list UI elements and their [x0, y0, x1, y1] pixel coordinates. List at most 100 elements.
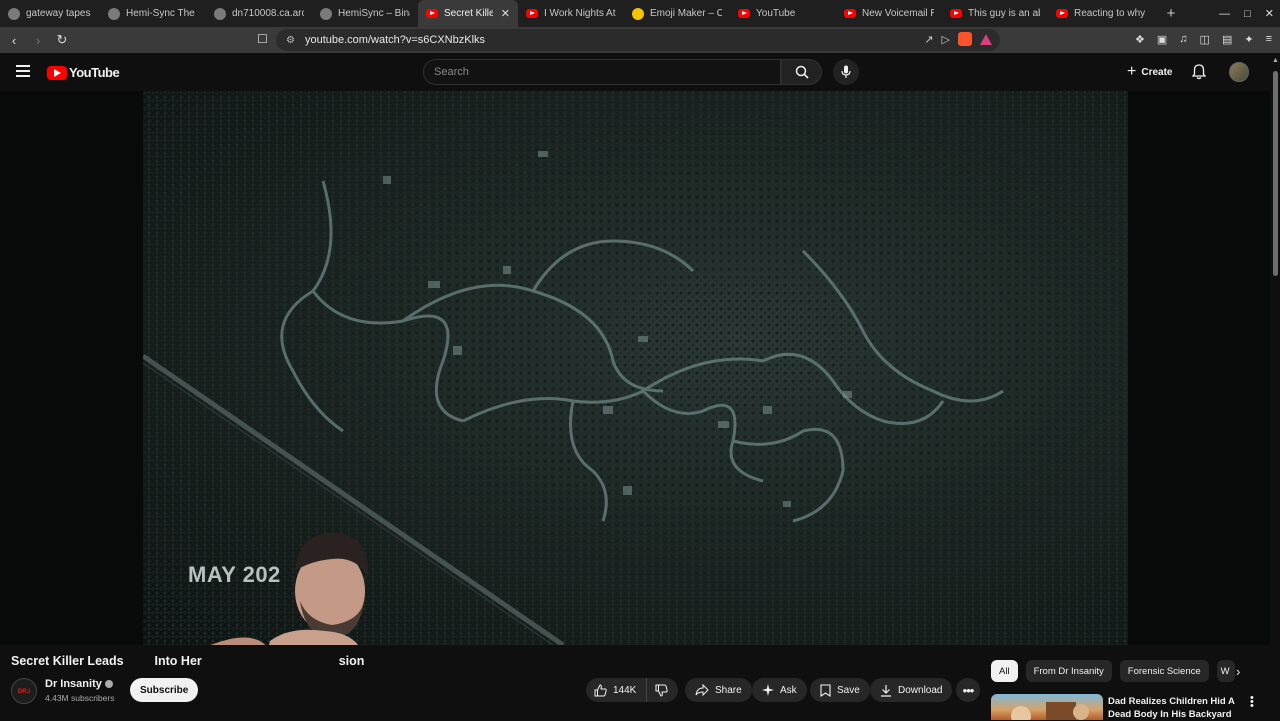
guide-menu-icon[interactable] [16, 65, 30, 80]
channel-avatar[interactable]: DR.I [11, 678, 37, 704]
voice-search-button[interactable] [833, 59, 859, 85]
leo-ai-icon[interactable]: ✦ [1244, 33, 1253, 46]
plus-icon: + [1127, 63, 1137, 80]
youtube-wordmark: YouTube [69, 65, 120, 80]
back-icon[interactable]: ‹ [4, 33, 24, 48]
tab-favicon-icon [426, 9, 438, 18]
filter-chip[interactable]: W [1216, 660, 1235, 682]
recommendation-title[interactable]: Dad Realizes Children Hid A Dead Body In… [1108, 695, 1238, 721]
dislike-button[interactable] [647, 678, 678, 702]
search-input[interactable]: Search [423, 59, 781, 85]
subscribe-button[interactable]: Subscribe [130, 678, 199, 702]
channel-name-text: Dr Insanity [45, 678, 102, 690]
recommendation-thumbnail[interactable] [991, 694, 1103, 720]
tab-favicon-icon [844, 9, 856, 18]
filter-chip[interactable]: From Dr Insanity [1025, 660, 1112, 682]
extensions-icon[interactable]: ❖ [1135, 33, 1145, 46]
tab-label: Emoji Maker – Cre [650, 8, 722, 19]
filter-chip[interactable]: All [991, 660, 1018, 682]
page-scrollbar[interactable]: ▲ [1270, 53, 1280, 720]
thumbs-up-icon [594, 683, 607, 696]
search-button[interactable] [781, 59, 822, 85]
tab-label: I Work Nights At [544, 8, 616, 19]
ask-button[interactable]: Ask [752, 678, 807, 702]
subscriber-count: 4.43M subscribers [45, 693, 115, 703]
new-tab-button[interactable]: + [1158, 5, 1184, 22]
search-icon [795, 65, 809, 79]
bookmark-icon[interactable]: ☐ [257, 32, 268, 46]
like-button[interactable]: 144K [586, 678, 648, 702]
open-external-icon[interactable]: ↗ [924, 33, 933, 46]
video-title-end: sion [338, 654, 365, 668]
youtube-masthead: YouTube Search + Create [0, 53, 1280, 91]
browser-tab[interactable]: HemiSync – Binau [312, 0, 418, 27]
scroll-up-icon[interactable]: ▲ [1272, 57, 1279, 64]
recommendation-menu-icon[interactable]: • • • [1250, 693, 1254, 712]
tab-label: Hemi-Sync The G [126, 8, 198, 19]
download-button[interactable]: Download [870, 678, 953, 702]
browser-tab[interactable]: I Work Nights At [518, 0, 624, 27]
create-button[interactable]: + Create [1119, 60, 1183, 84]
save-playlist-icon [820, 683, 831, 697]
ask-label: Ask [780, 684, 797, 696]
tab-label: This guy is an ab [968, 8, 1040, 19]
share-label: Share [715, 684, 742, 696]
like-count: 144K [613, 684, 637, 696]
brave-rewards-icon[interactable] [980, 33, 992, 45]
browser-tab[interactable]: Secret Killer Le ✕ [418, 0, 518, 27]
send-icon[interactable]: ▷ [942, 33, 950, 46]
browser-tab[interactable]: Hemi-Sync The G [100, 0, 206, 27]
site-info-icon[interactable]: ⚙ [286, 35, 295, 46]
media-icon[interactable]: ♫ [1179, 33, 1187, 46]
forward-icon[interactable]: › [28, 33, 48, 48]
share-button[interactable]: Share [685, 678, 752, 702]
close-window-icon[interactable]: ✕ [1265, 7, 1274, 20]
account-avatar[interactable] [1229, 62, 1249, 82]
video-title-mid: Into Her [154, 654, 202, 668]
browser-tab[interactable]: New Voicemail RE [836, 0, 942, 27]
maximize-icon[interactable]: □ [1244, 8, 1251, 20]
browser-tab[interactable]: YouTube [730, 0, 836, 27]
tab-favicon-icon [320, 7, 332, 20]
more-actions-button[interactable]: ••• [956, 678, 980, 702]
address-bar[interactable]: ⚙ youtube.com/watch?v=s6CXNbzKlks ↗ ▷ [276, 29, 1000, 51]
microphone-icon [841, 65, 851, 78]
tab-label: HemiSync – Binau [338, 8, 410, 19]
tab-close-icon[interactable]: ✕ [501, 7, 510, 20]
cast-icon[interactable]: ▣ [1157, 33, 1167, 46]
browser-tab[interactable]: gateway tapes to [0, 0, 100, 27]
tab-favicon-icon [1056, 9, 1068, 18]
browser-tab[interactable]: dn710008.ca.arch [206, 0, 312, 27]
youtube-logo[interactable]: YouTube [47, 65, 120, 80]
brave-shields-icon[interactable] [958, 32, 972, 46]
webcam-overlay-figure [210, 532, 369, 645]
tab-label: New Voicemail RE [862, 8, 934, 19]
browser-tab[interactable]: This guy is an ab [942, 0, 1048, 27]
video-player[interactable]: MAY 202 [0, 91, 1270, 645]
sidebar-icon[interactable]: ◫ [1200, 33, 1210, 46]
filter-chip[interactable]: Forensic Science [1119, 660, 1209, 682]
url-text: youtube.com/watch?v=s6CXNbzKlks [304, 34, 486, 46]
tab-favicon-icon [8, 7, 20, 20]
notifications-bell-icon[interactable] [1191, 64, 1207, 85]
browser-menu-icon[interactable]: ≡ [1266, 33, 1272, 46]
tab-favicon-icon [108, 7, 120, 20]
thumbs-down-icon [655, 684, 669, 697]
sparkle-icon [762, 684, 774, 696]
chips-next-icon[interactable]: › [1236, 664, 1240, 679]
save-label: Save [837, 684, 860, 696]
reload-icon[interactable]: ↻ [52, 32, 72, 48]
tab-label: Reacting to why s [1074, 8, 1146, 19]
share-icon [695, 684, 709, 696]
browser-toolbar: ‹ › ↻ ☐ ⚙ youtube.com/watch?v=s6CXNbzKlk… [0, 27, 1280, 53]
scrollbar-thumb[interactable] [1273, 71, 1278, 276]
channel-name[interactable]: Dr Insanity [45, 678, 113, 690]
download-label: Download [898, 684, 943, 696]
save-button[interactable]: Save [810, 678, 870, 702]
browser-tab[interactable]: Emoji Maker – Cre [624, 0, 730, 27]
wallet-icon[interactable]: ▤ [1222, 33, 1232, 46]
tab-favicon-icon [214, 7, 226, 20]
tab-favicon-icon [526, 9, 538, 18]
minimize-icon[interactable]: — [1219, 8, 1230, 20]
browser-tab[interactable]: Reacting to why s [1048, 0, 1154, 27]
